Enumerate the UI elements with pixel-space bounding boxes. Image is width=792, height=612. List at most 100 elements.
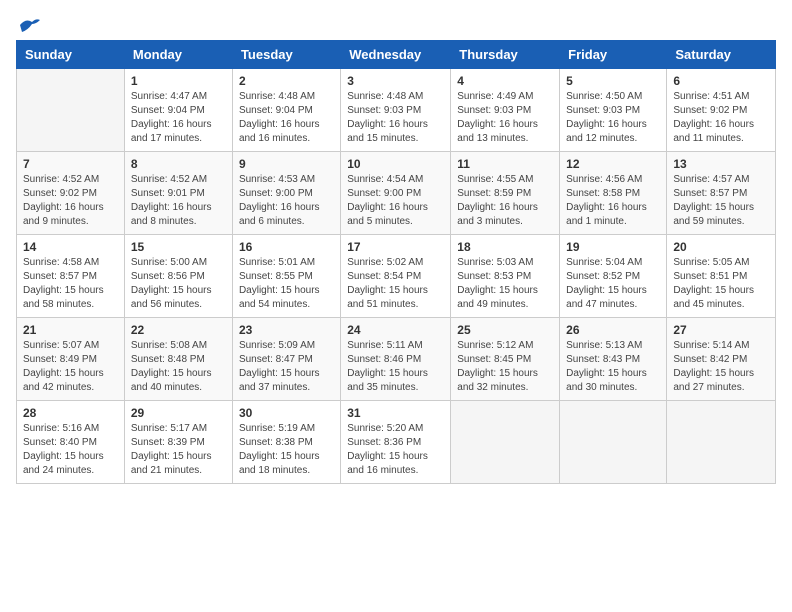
- day-number: 6: [673, 74, 769, 88]
- day-number: 20: [673, 240, 769, 254]
- calendar-cell: 21 Sunrise: 5:07 AMSunset: 8:49 PMDayligh…: [17, 318, 125, 401]
- day-number: 29: [131, 406, 226, 420]
- day-number: 13: [673, 157, 769, 171]
- day-number: 5: [566, 74, 660, 88]
- day-info: Sunrise: 4:48 AMSunset: 9:03 PMDaylight:…: [347, 90, 444, 146]
- calendar-week-row: 28 Sunrise: 5:16 AMSunset: 8:40 PMDayligh…: [17, 401, 776, 484]
- calendar-cell: 15 Sunrise: 5:00 AMSunset: 8:56 PMDayligh…: [124, 235, 232, 318]
- day-number: 9: [239, 157, 334, 171]
- day-info: Sunrise: 5:07 AMSunset: 8:49 PMDaylight:…: [23, 339, 118, 395]
- calendar-week-row: 1 Sunrise: 4:47 AMSunset: 9:04 PMDaylight…: [17, 69, 776, 152]
- calendar-cell: 31Sunrise: 5:20 AMSunset: 8:36 PMDayligh…: [341, 401, 451, 484]
- day-number: 16: [239, 240, 334, 254]
- day-number: 25: [457, 323, 553, 337]
- calendar-cell: [667, 401, 776, 484]
- calendar-cell: 10 Sunrise: 4:54 AMSunset: 9:00 PMDayligh…: [341, 152, 451, 235]
- calendar-cell: 17 Sunrise: 5:02 AMSunset: 8:54 PMDayligh…: [341, 235, 451, 318]
- calendar-cell: 14 Sunrise: 4:58 AMSunset: 8:57 PMDayligh…: [17, 235, 125, 318]
- calendar-cell: 18 Sunrise: 5:03 AMSunset: 8:53 PMDayligh…: [451, 235, 560, 318]
- day-info: Sunrise: 4:50 AMSunset: 9:03 PMDaylight:…: [566, 90, 660, 146]
- day-number: 10: [347, 157, 444, 171]
- page-header: [16, 16, 776, 30]
- day-number: 31: [347, 406, 444, 420]
- calendar-cell: 7 Sunrise: 4:52 AMSunset: 9:02 PMDaylight…: [17, 152, 125, 235]
- day-info: Sunrise: 5:08 AMSunset: 8:48 PMDaylight:…: [131, 339, 226, 395]
- calendar-cell: 30Sunrise: 5:19 AMSunset: 8:38 PMDayligh…: [232, 401, 340, 484]
- day-number: 30: [239, 406, 334, 420]
- calendar-cell: 24 Sunrise: 5:11 AMSunset: 8:46 PMDayligh…: [341, 318, 451, 401]
- day-number: 1: [131, 74, 226, 88]
- day-info: Sunrise: 4:58 AMSunset: 8:57 PMDaylight:…: [23, 256, 118, 312]
- calendar-cell: 29Sunrise: 5:17 AMSunset: 8:39 PMDayligh…: [124, 401, 232, 484]
- weekday-header-sunday: Sunday: [17, 41, 125, 69]
- day-number: 21: [23, 323, 118, 337]
- day-number: 4: [457, 74, 553, 88]
- day-info: Sunrise: 4:49 AMSunset: 9:03 PMDaylight:…: [457, 90, 553, 146]
- day-info: Sunrise: 5:14 AMSunset: 8:42 PMDaylight:…: [673, 339, 769, 395]
- day-info: Sunrise: 4:53 AMSunset: 9:00 PMDaylight:…: [239, 173, 334, 229]
- calendar-cell: 3 Sunrise: 4:48 AMSunset: 9:03 PMDaylight…: [341, 69, 451, 152]
- day-number: 2: [239, 74, 334, 88]
- day-number: 23: [239, 323, 334, 337]
- day-info: Sunrise: 5:12 AMSunset: 8:45 PMDaylight:…: [457, 339, 553, 395]
- calendar-cell: 6 Sunrise: 4:51 AMSunset: 9:02 PMDaylight…: [667, 69, 776, 152]
- day-info: Sunrise: 4:55 AMSunset: 8:59 PMDaylight:…: [457, 173, 553, 229]
- calendar-table: SundayMondayTuesdayWednesdayThursdayFrid…: [16, 40, 776, 484]
- day-number: 8: [131, 157, 226, 171]
- day-info: Sunrise: 4:54 AMSunset: 9:00 PMDaylight:…: [347, 173, 444, 229]
- day-number: 15: [131, 240, 226, 254]
- day-number: 3: [347, 74, 444, 88]
- calendar-cell: 26 Sunrise: 5:13 AMSunset: 8:43 PMDayligh…: [560, 318, 667, 401]
- calendar-week-row: 7 Sunrise: 4:52 AMSunset: 9:02 PMDaylight…: [17, 152, 776, 235]
- day-info: Sunrise: 5:03 AMSunset: 8:53 PMDaylight:…: [457, 256, 553, 312]
- calendar-cell: 16 Sunrise: 5:01 AMSunset: 8:55 PMDayligh…: [232, 235, 340, 318]
- day-info: Sunrise: 5:13 AMSunset: 8:43 PMDaylight:…: [566, 339, 660, 395]
- day-info: Sunrise: 4:51 AMSunset: 9:02 PMDaylight:…: [673, 90, 769, 146]
- calendar-cell: 27 Sunrise: 5:14 AMSunset: 8:42 PMDayligh…: [667, 318, 776, 401]
- calendar-cell: [451, 401, 560, 484]
- calendar-cell: 19 Sunrise: 5:04 AMSunset: 8:52 PMDayligh…: [560, 235, 667, 318]
- calendar-cell: 25 Sunrise: 5:12 AMSunset: 8:45 PMDayligh…: [451, 318, 560, 401]
- day-number: 7: [23, 157, 118, 171]
- day-info: Sunrise: 4:52 AMSunset: 9:02 PMDaylight:…: [23, 173, 118, 229]
- day-number: 14: [23, 240, 118, 254]
- calendar-cell: 20Sunrise: 5:05 AMSunset: 8:51 PMDayligh…: [667, 235, 776, 318]
- calendar-cell: 12Sunrise: 4:56 AMSunset: 8:58 PMDayligh…: [560, 152, 667, 235]
- day-number: 12: [566, 157, 660, 171]
- day-number: 24: [347, 323, 444, 337]
- day-info: Sunrise: 4:48 AMSunset: 9:04 PMDaylight:…: [239, 90, 334, 146]
- day-number: 17: [347, 240, 444, 254]
- calendar-cell: 11 Sunrise: 4:55 AMSunset: 8:59 PMDayligh…: [451, 152, 560, 235]
- calendar-header-row: SundayMondayTuesdayWednesdayThursdayFrid…: [17, 41, 776, 69]
- calendar-cell: 4 Sunrise: 4:49 AMSunset: 9:03 PMDaylight…: [451, 69, 560, 152]
- day-info: Sunrise: 5:11 AMSunset: 8:46 PMDaylight:…: [347, 339, 444, 395]
- calendar-cell: 28 Sunrise: 5:16 AMSunset: 8:40 PMDayligh…: [17, 401, 125, 484]
- calendar-cell: 2 Sunrise: 4:48 AMSunset: 9:04 PMDaylight…: [232, 69, 340, 152]
- weekday-header-saturday: Saturday: [667, 41, 776, 69]
- day-info: Sunrise: 4:52 AMSunset: 9:01 PMDaylight:…: [131, 173, 226, 229]
- day-number: 22: [131, 323, 226, 337]
- calendar-cell: 1 Sunrise: 4:47 AMSunset: 9:04 PMDaylight…: [124, 69, 232, 152]
- day-info: Sunrise: 4:57 AMSunset: 8:57 PMDaylight:…: [673, 173, 769, 229]
- day-number: 11: [457, 157, 553, 171]
- calendar-cell: 23Sunrise: 5:09 AMSunset: 8:47 PMDayligh…: [232, 318, 340, 401]
- logo: [16, 16, 40, 30]
- day-info: Sunrise: 5:04 AMSunset: 8:52 PMDaylight:…: [566, 256, 660, 312]
- day-info: Sunrise: 5:00 AMSunset: 8:56 PMDaylight:…: [131, 256, 226, 312]
- calendar-cell: [560, 401, 667, 484]
- day-number: 26: [566, 323, 660, 337]
- day-number: 28: [23, 406, 118, 420]
- day-info: Sunrise: 5:16 AMSunset: 8:40 PMDaylight:…: [23, 422, 118, 478]
- day-info: Sunrise: 5:02 AMSunset: 8:54 PMDaylight:…: [347, 256, 444, 312]
- calendar-week-row: 21 Sunrise: 5:07 AMSunset: 8:49 PMDayligh…: [17, 318, 776, 401]
- weekday-header-thursday: Thursday: [451, 41, 560, 69]
- day-info: Sunrise: 4:47 AMSunset: 9:04 PMDaylight:…: [131, 90, 226, 146]
- day-info: Sunrise: 5:01 AMSunset: 8:55 PMDaylight:…: [239, 256, 334, 312]
- calendar-cell: [17, 69, 125, 152]
- day-number: 27: [673, 323, 769, 337]
- calendar-week-row: 14 Sunrise: 4:58 AMSunset: 8:57 PMDayligh…: [17, 235, 776, 318]
- day-number: 19: [566, 240, 660, 254]
- weekday-header-friday: Friday: [560, 41, 667, 69]
- weekday-header-monday: Monday: [124, 41, 232, 69]
- day-number: 18: [457, 240, 553, 254]
